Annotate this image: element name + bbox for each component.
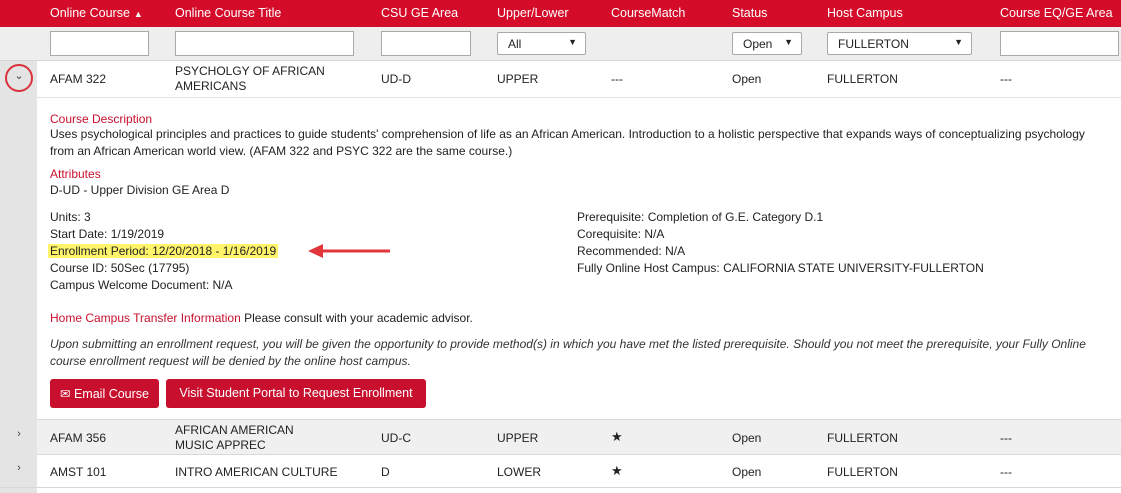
coursematch-star-icon: ★ <box>611 429 623 444</box>
upper-lower-select[interactable]: All ▼ <box>497 32 586 55</box>
table-header: Online Course ▲ Online Course Title CSU G… <box>0 0 1121 27</box>
status-select[interactable]: Open ▼ <box>732 32 802 55</box>
status: Open <box>732 431 762 445</box>
transfer-info-line: Home Campus Transfer Information Please … <box>50 311 473 325</box>
course-title: AFRICAN AMERICAN MUSIC APPREC <box>175 423 294 452</box>
prerequisite-line: Prerequisite: Completion of G.E. Categor… <box>577 210 824 224</box>
course-description-label: Course Description <box>50 112 153 126</box>
ge-area: UD-C <box>381 431 411 445</box>
caret-down-icon: ▼ <box>568 37 577 47</box>
status: Open <box>732 72 762 86</box>
host-campus: FULLERTON <box>827 431 898 445</box>
col-csu-ge-area[interactable]: CSU GE Area <box>381 6 458 20</box>
course-code: AFAM 356 <box>50 431 107 445</box>
course-eq: --- <box>1000 431 1012 445</box>
course-description-text: Uses psychological principles and practi… <box>50 127 1085 158</box>
host-campus: FULLERTON <box>827 465 898 479</box>
course-code: AMST 101 <box>50 465 107 479</box>
ge-area: D <box>381 465 390 479</box>
filter-row: All ▼ Open ▼ FULLERTON ▼ <box>0 27 1121 61</box>
prerequisite-notice: Upon submitting an enrollment request, y… <box>50 337 1086 368</box>
table-row[interactable]: ⌄ AFAM 322 PSYCHOLGY OF AFRICAN AMERICAN… <box>0 61 1121 97</box>
level: LOWER <box>497 465 542 479</box>
chevron-right-icon: › <box>17 462 21 474</box>
envelope-icon: ✉ <box>60 387 71 401</box>
level: UPPER <box>497 72 539 86</box>
units-line: Units: 3 <box>50 210 91 224</box>
request-enrollment-button[interactable]: Visit Student Portal to Request Enrollme… <box>166 379 426 408</box>
welcome-document-line: Campus Welcome Document: N/A <box>50 278 233 292</box>
course-title: INTRO AMERICAN CULTURE <box>175 465 338 479</box>
col-course-eq-ge-area[interactable]: Course EQ/GE Area <box>1000 6 1113 20</box>
col-online-course-title[interactable]: Online Course Title <box>175 6 281 20</box>
chevron-right-icon: › <box>17 428 21 440</box>
coursematch-star-icon: ★ <box>611 463 623 478</box>
host-campus-line: Fully Online Host Campus: CALIFORNIA STA… <box>577 261 984 275</box>
enrollment-period-highlight: Enrollment Period: 12/20/2018 - 1/16/201… <box>48 244 279 258</box>
attributes-text: D-UD - Upper Division GE Area D <box>50 183 230 197</box>
ge-area-filter-input[interactable] <box>381 31 471 56</box>
collapse-row-button[interactable]: ⌄ <box>5 64 33 92</box>
coursematch: --- <box>611 72 623 86</box>
course-title: PSYCHOLGY OF AFRICAN AMERICANS <box>175 64 325 93</box>
course-details-panel: Course Description Uses psychological pr… <box>37 97 1121 419</box>
enrollment-period-line: Enrollment Period: 12/20/2018 - 1/16/201… <box>48 243 279 260</box>
course-id-line: Course ID: 50Sec (17795) <box>50 261 190 275</box>
online-course-filter-input[interactable] <box>50 31 149 56</box>
col-upper-lower[interactable]: Upper/Lower <box>497 6 569 20</box>
table-row[interactable]: › AMST 101 INTRO AMERICAN CULTURE D LOWE… <box>0 455 1121 488</box>
col-host-campus[interactable]: Host Campus <box>827 6 903 20</box>
level: UPPER <box>497 431 539 445</box>
course-eq: --- <box>1000 72 1012 86</box>
title-filter-input[interactable] <box>175 31 354 56</box>
course-code: AFAM 322 <box>50 72 107 86</box>
host-campus-select[interactable]: FULLERTON ▼ <box>827 32 972 55</box>
recommended-line: Recommended: N/A <box>577 244 686 258</box>
status: Open <box>732 465 762 479</box>
corequisite-line: Corequisite: N/A <box>577 227 665 241</box>
table-row[interactable]: › AFAM 356 AFRICAN AMERICAN MUSIC APPREC… <box>0 419 1121 455</box>
start-date-line: Start Date: 1/19/2019 <box>50 227 165 241</box>
course-eq: --- <box>1000 465 1012 479</box>
col-coursematch[interactable]: CourseMatch <box>611 6 685 20</box>
expand-row-button[interactable]: › <box>5 423 33 451</box>
sort-up-triangle-icon: ▲ <box>133 9 143 19</box>
col-online-course[interactable]: Online Course ▲ <box>50 6 143 20</box>
col-status[interactable]: Status <box>732 6 767 20</box>
expand-row-button[interactable]: › <box>5 457 33 485</box>
ge-area: UD-D <box>381 72 411 86</box>
attributes-label: Attributes <box>50 167 101 181</box>
host-campus: FULLERTON <box>827 72 898 86</box>
caret-down-icon: ▼ <box>954 37 963 47</box>
caret-down-icon: ▼ <box>784 37 793 47</box>
chevron-down-icon: ⌄ <box>14 70 24 82</box>
eq-ge-filter-input[interactable] <box>1000 31 1119 56</box>
annotation-arrow-icon <box>308 244 390 258</box>
email-course-button[interactable]: ✉ Email Course <box>50 379 159 408</box>
